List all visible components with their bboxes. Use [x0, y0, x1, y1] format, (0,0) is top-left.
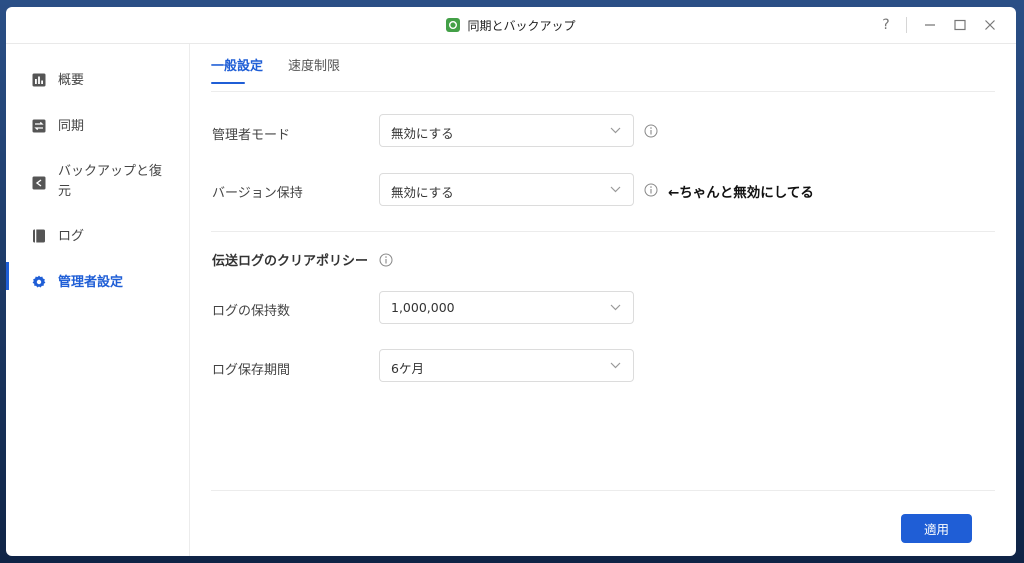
overview-icon — [32, 73, 46, 87]
maximize-icon — [954, 19, 966, 31]
title-bar: 同期とバックアップ ? — [6, 7, 1016, 44]
tab-divider — [211, 91, 995, 92]
maximize-button[interactable] — [950, 7, 970, 43]
sidebar-item-label: ログ — [58, 229, 85, 244]
chevron-down-icon — [610, 186, 621, 193]
tab-label: 一般設定 — [211, 59, 264, 74]
sidebar-item-label: 同期 — [58, 119, 85, 134]
tab-active-underline — [211, 82, 245, 84]
apply-button[interactable]: 適用 — [901, 514, 972, 543]
version-keep-label: バージョン保持 — [212, 186, 303, 201]
version-keep-select[interactable]: 無効にする — [379, 173, 634, 206]
log-period-value: 6ケ月 — [391, 361, 424, 376]
footer-divider — [211, 490, 995, 491]
info-icon[interactable] — [644, 124, 658, 138]
help-button[interactable]: ? — [878, 7, 894, 43]
annotation-text: ←ちゃんと無効にしてる — [668, 185, 814, 201]
version-keep-value: 無効にする — [391, 185, 454, 200]
titlebar-divider — [906, 17, 907, 33]
main-panel: 一般設定 速度制限 管理者モード 無効にする バージョン保持 無効にする ←ちゃ… — [190, 44, 1016, 556]
log-count-label: ログの保持数 — [212, 304, 291, 319]
log-period-select[interactable]: 6ケ月 — [379, 349, 634, 382]
section-divider — [211, 231, 995, 232]
info-icon[interactable] — [379, 253, 393, 267]
sidebar-item-label: バックアップと復元 — [58, 164, 163, 199]
sidebar-item-label: 概要 — [58, 73, 85, 88]
minimize-icon — [925, 24, 935, 26]
sync-backup-app-icon — [446, 18, 461, 32]
sidebar-item-log[interactable]: ログ — [6, 226, 189, 250]
sidebar-item-sync[interactable]: 同期 — [6, 116, 189, 140]
admin-mode-label: 管理者モード — [212, 128, 291, 143]
chevron-down-icon — [610, 127, 621, 134]
chevron-down-icon — [610, 362, 621, 369]
tab-speed-limit[interactable]: 速度制限 — [288, 55, 340, 74]
window-title: 同期とバックアップ — [467, 18, 576, 33]
log-section-title: 伝送ログのクリアポリシー — [212, 254, 369, 269]
close-button[interactable] — [980, 7, 1000, 43]
tab-general[interactable]: 一般設定 — [211, 55, 264, 84]
backup-restore-icon — [32, 176, 46, 190]
log-count-value: 1,000,000 — [391, 300, 455, 315]
sync-icon — [32, 119, 46, 133]
log-period-label: ログ保存期間 — [212, 363, 291, 378]
admin-mode-select[interactable]: 無効にする — [379, 114, 634, 147]
sidebar-item-backup-restore[interactable]: バックアップと復元 — [6, 162, 189, 206]
tab-label: 速度制限 — [288, 59, 341, 74]
admin-mode-value: 無効にする — [391, 126, 454, 141]
close-icon — [985, 20, 995, 30]
sidebar-item-label: 管理者設定 — [58, 275, 124, 290]
sidebar-item-admin-settings[interactable]: 管理者設定 — [6, 272, 189, 296]
log-icon — [33, 229, 45, 243]
info-icon[interactable] — [644, 183, 658, 197]
minimize-button[interactable] — [920, 7, 940, 43]
log-count-select[interactable]: 1,000,000 — [379, 291, 634, 324]
app-window: 同期とバックアップ ? 概要 同期 バックアップと復元 ログ 管理者設定 一般設… — [6, 7, 1016, 556]
sidebar-item-overview[interactable]: 概要 — [6, 70, 189, 94]
sidebar: 概要 同期 バックアップと復元 ログ 管理者設定 — [6, 44, 190, 556]
gear-icon — [32, 275, 46, 288]
chevron-down-icon — [610, 304, 621, 311]
